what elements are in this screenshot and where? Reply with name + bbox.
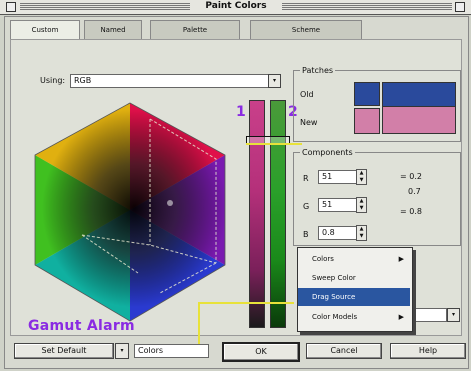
help-button[interactable]: Help: [390, 343, 466, 359]
submenu-arrow-icon: ▶: [398, 255, 404, 263]
gamut-alarm-label: Gamut Alarm: [28, 318, 135, 334]
up-arrow-icon[interactable]: ▲: [357, 170, 366, 177]
menu-item-colors[interactable]: Colors ▶: [298, 250, 410, 268]
component-note-2: 0.7: [408, 187, 421, 196]
chevron-down-icon[interactable]: ▾: [268, 74, 281, 88]
old-color-swatch[interactable]: [354, 82, 380, 106]
highlight-line: [246, 143, 302, 145]
highlight-line: [198, 302, 200, 348]
color-model-select[interactable]: RGB: [70, 74, 271, 88]
chevron-down-icon[interactable]: ▾: [115, 343, 129, 359]
context-menu: Colors ▶ Sweep Color Drag Source Color Mo…: [297, 247, 413, 332]
new-color-swatch[interactable]: [354, 108, 380, 134]
color-model-label: Using:: [40, 76, 66, 85]
cube-selection-marker: [167, 200, 173, 206]
color-model-value: RGB: [74, 76, 92, 85]
g-stepper[interactable]: ▲ ▼: [356, 197, 367, 213]
down-arrow-icon[interactable]: ▼: [357, 177, 366, 184]
patches-label: Patches: [300, 66, 336, 75]
title-bar[interactable]: Paint Colors: [0, 0, 471, 15]
menu-item-label: Sweep Color: [312, 274, 356, 282]
g-value-field[interactable]: 51: [318, 198, 357, 212]
component-note-1: = 0.2: [400, 172, 422, 181]
set-default-button[interactable]: Set Default: [14, 343, 114, 359]
value-slider[interactable]: [270, 100, 286, 328]
menu-item-label: Drag Source: [312, 293, 356, 301]
title-stripes: [20, 3, 190, 10]
colors-field-value: Colors: [138, 346, 164, 355]
tab-label: Custom: [31, 26, 59, 34]
menu-item-drag-source[interactable]: Drag Source: [298, 288, 410, 306]
down-arrow-icon[interactable]: ▼: [357, 233, 366, 240]
colors-field[interactable]: Colors: [134, 344, 209, 358]
color-cube[interactable]: [20, 95, 240, 331]
tab-palette[interactable]: Palette: [150, 20, 240, 39]
button-label: Help: [418, 346, 438, 355]
components-label: Components: [300, 148, 355, 157]
tab-label: Scheme: [291, 26, 321, 34]
up-arrow-icon[interactable]: ▲: [357, 226, 366, 233]
tab-custom[interactable]: Custom: [10, 20, 80, 41]
up-arrow-icon[interactable]: ▲: [357, 198, 366, 205]
scheme-select[interactable]: [412, 308, 447, 322]
tab-label: Palette: [182, 26, 208, 34]
g-value: 51: [322, 200, 333, 209]
chevron-down-icon[interactable]: ▾: [447, 308, 460, 322]
button-label: OK: [255, 347, 267, 356]
r-label: R: [303, 174, 309, 183]
submenu-arrow-icon: ▶: [398, 313, 404, 321]
menu-item-label: Colors: [312, 255, 334, 263]
cancel-button[interactable]: Cancel: [306, 343, 382, 359]
tab-named[interactable]: Named: [84, 20, 142, 39]
b-value-field[interactable]: 0.8: [318, 226, 357, 240]
tab-scheme[interactable]: Scheme: [250, 20, 362, 39]
b-stepper[interactable]: ▲ ▼: [356, 225, 367, 241]
hue-slider[interactable]: [249, 100, 265, 328]
r-stepper[interactable]: ▲ ▼: [356, 169, 367, 185]
title-stripes: [282, 3, 452, 10]
r-value: 51: [322, 172, 333, 181]
component-note-3: = 0.8: [400, 207, 422, 216]
slider-one-label: 1: [236, 104, 246, 120]
new-label: New: [300, 118, 318, 127]
menu-item-color-models[interactable]: Color Models ▶: [298, 308, 410, 326]
menu-item-label: Color Models: [312, 313, 358, 321]
old-label: Old: [300, 90, 314, 99]
new-color-patch: [382, 106, 456, 134]
old-color-patch: [382, 82, 456, 108]
r-value-field[interactable]: 51: [318, 170, 357, 184]
close-box-icon[interactable]: [6, 2, 16, 12]
button-label: Cancel: [330, 346, 358, 355]
button-label: Set Default: [41, 346, 87, 355]
zoom-box-icon[interactable]: [455, 2, 465, 12]
down-arrow-icon[interactable]: ▼: [357, 205, 366, 212]
b-label: B: [303, 230, 309, 239]
window-title: Paint Colors: [196, 1, 276, 11]
tab-label: Named: [100, 26, 126, 34]
g-label: G: [303, 202, 310, 211]
ok-button[interactable]: OK: [222, 342, 300, 362]
highlight-line: [198, 302, 294, 304]
b-value: 0.8: [322, 228, 335, 237]
menu-item-sweep-color[interactable]: Sweep Color: [298, 269, 410, 287]
